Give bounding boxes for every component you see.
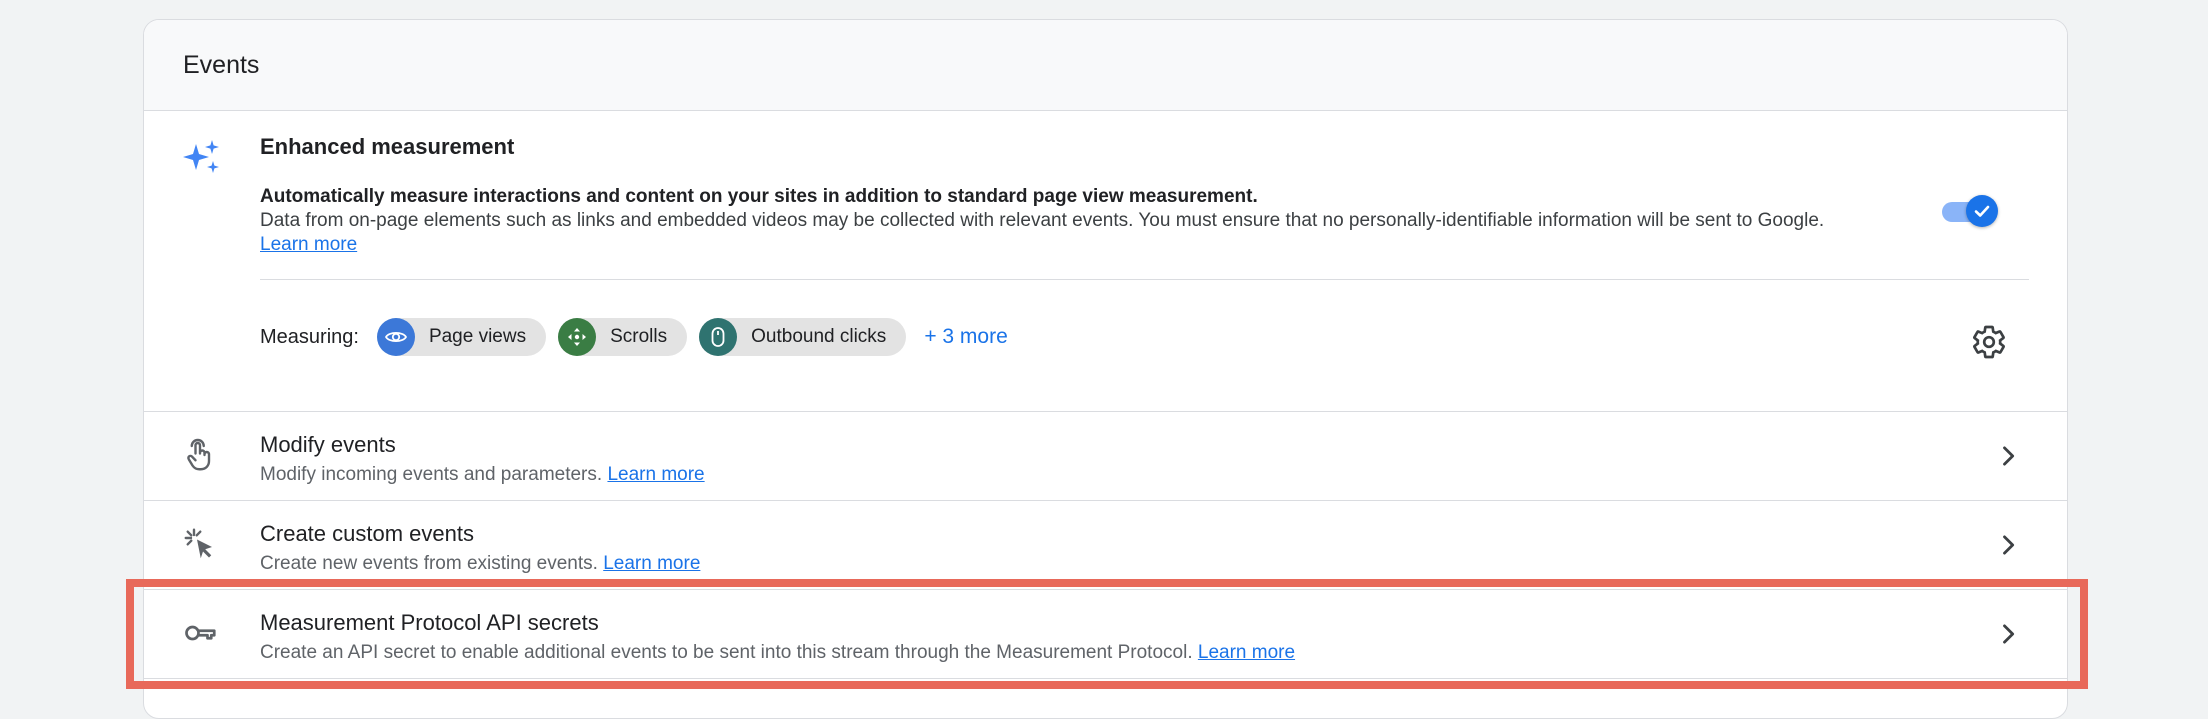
enhanced-measurement-description: Automatically measure interactions and c… — [260, 185, 1940, 257]
row-subtitle-text: Create an API secret to enable additiona… — [260, 642, 1193, 663]
chip-label: Outbound clicks — [751, 326, 887, 347]
description-text: Data from on-page elements such as links… — [260, 210, 1825, 231]
chip-label: Scrolls — [610, 326, 668, 347]
card-header: Events — [144, 20, 2067, 111]
toggle-thumb — [1966, 195, 1998, 227]
chevron-right-icon[interactable] — [1994, 442, 2022, 470]
row-subtitle-text: Create new events from existing events. — [260, 553, 598, 574]
touch-hand-icon — [187, 438, 211, 471]
key-icon — [185, 625, 216, 641]
learn-more-link[interactable]: Learn more — [607, 464, 704, 485]
more-link[interactable]: + 3 more — [924, 325, 1007, 349]
measurement-protocol-api-secrets-row[interactable]: Measurement Protocol API secrets Create … — [144, 590, 2067, 679]
enhanced-measurement-toggle[interactable] — [1940, 194, 1998, 228]
chip-label: Page views — [428, 326, 527, 347]
events-card: Events Enhanced measurement Automaticall… — [143, 19, 2068, 719]
enhanced-measurement-title: Enhanced measurement — [260, 134, 515, 159]
click-sparkle-icon — [184, 528, 212, 559]
sparkle-icon — [183, 140, 219, 173]
row-title: Create custom events — [260, 521, 474, 546]
measuring-label: Measuring: — [260, 325, 359, 348]
row-subtitle: Modify incoming events and parameters. L… — [260, 463, 705, 487]
learn-more-link[interactable]: Learn more — [603, 553, 700, 574]
card-title: Events — [183, 50, 260, 79]
modify-events-row[interactable]: Modify events Modify incoming events and… — [144, 412, 2067, 501]
gear-icon[interactable] — [1971, 324, 2007, 360]
check-icon — [1974, 205, 1990, 217]
create-custom-events-row[interactable]: Create custom events Create new events f… — [144, 501, 2067, 590]
enhanced-measurement-section: Enhanced measurement Automatically measu… — [144, 111, 2067, 412]
row-title: Measurement Protocol API secrets — [260, 610, 599, 635]
learn-more-link[interactable]: Learn more — [1198, 642, 1295, 663]
row-subtitle: Create new events from existing events. … — [260, 552, 700, 576]
mouse-icon — [699, 318, 738, 356]
divider — [260, 279, 2029, 280]
eye-icon — [376, 318, 415, 356]
scroll-arrows-icon — [558, 318, 597, 356]
chevron-right-icon[interactable] — [1994, 620, 2022, 648]
description-bold: Automatically measure interactions and c… — [260, 186, 1258, 207]
row-subtitle: Create an API secret to enable additiona… — [260, 641, 1295, 665]
row-subtitle-text: Modify incoming events and parameters. — [260, 464, 603, 485]
row-title: Modify events — [260, 432, 396, 457]
chip-scrolls: Scrolls — [558, 318, 688, 356]
chevron-right-icon[interactable] — [1994, 531, 2022, 559]
measuring-row: Measuring: Page views Scrolls Outbound c… — [260, 317, 1008, 357]
chip-outbound-clicks: Outbound clicks — [699, 318, 907, 356]
learn-more-link[interactable]: Learn more — [260, 234, 357, 255]
chip-page-views: Page views — [376, 318, 547, 356]
